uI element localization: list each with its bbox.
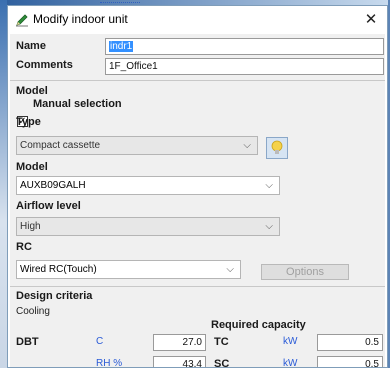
tc-input[interactable]: 0.5 bbox=[317, 334, 383, 351]
dialog-title: Modify indoor unit bbox=[33, 12, 128, 26]
chevron-down-icon: ⌵ bbox=[226, 264, 234, 275]
close-button[interactable]: ✕ bbox=[360, 9, 382, 31]
type-select[interactable]: Compact cassette ⌵ bbox=[16, 136, 258, 155]
model-label: Model bbox=[16, 161, 48, 173]
background-window-strip bbox=[0, 0, 7, 368]
manual-selection-label[interactable]: Manual selection bbox=[33, 98, 122, 110]
lightbulb-button[interactable] bbox=[266, 137, 288, 159]
background-tab-underline bbox=[100, 0, 140, 3]
lightbulb-icon bbox=[271, 140, 283, 154]
dialog-titlebar[interactable]: Modify indoor unit ✕ bbox=[8, 6, 387, 34]
name-label: Name bbox=[16, 40, 46, 52]
chevron-down-icon: ⌵ bbox=[243, 140, 251, 151]
dbt-label: DBT bbox=[16, 336, 39, 348]
model-select-value: AUXB09GALH bbox=[20, 180, 86, 191]
airflow-level-label: Airflow level bbox=[16, 200, 81, 212]
tc-label: TC bbox=[214, 336, 229, 348]
dialog-body: Name indr1 Comments 1F_Office1 Model ✓ M… bbox=[10, 34, 385, 367]
rc-label: RC bbox=[16, 241, 32, 253]
modify-indoor-unit-dialog: Modify indoor unit ✕ Name indr1 Comments… bbox=[7, 5, 388, 368]
model-select[interactable]: AUXB09GALH ⌵ bbox=[16, 176, 280, 195]
required-capacity-label: Required capacity bbox=[211, 319, 306, 331]
dbt-input[interactable]: 27.0 bbox=[153, 334, 206, 351]
chevron-down-icon: ⌵ bbox=[265, 221, 273, 232]
comments-input[interactable]: 1F_Office1 bbox=[105, 58, 384, 75]
rc-select[interactable]: Wired RC(Touch) ⌵ bbox=[16, 260, 241, 279]
airflow-level-value: High bbox=[20, 221, 41, 232]
name-input[interactable]: indr1 bbox=[105, 38, 384, 55]
type-select-value: Compact cassette bbox=[20, 140, 101, 151]
dbt-unit: C bbox=[96, 336, 104, 347]
name-input-value: indr1 bbox=[109, 41, 134, 52]
sc-label: SC bbox=[214, 358, 230, 368]
cooling-mode-label: Cooling bbox=[16, 306, 50, 317]
pencil-icon bbox=[14, 12, 30, 28]
section-divider bbox=[10, 80, 385, 81]
comments-label: Comments bbox=[16, 59, 73, 71]
model-section-label: Model bbox=[16, 85, 48, 97]
design-criteria-label: Design criteria bbox=[16, 290, 93, 302]
rh-input[interactable]: 43.4 bbox=[153, 356, 206, 367]
sc-input[interactable]: 0.5 bbox=[317, 356, 383, 367]
airflow-level-select[interactable]: High ⌵ bbox=[16, 217, 280, 236]
rh-unit: RH % bbox=[96, 358, 123, 368]
sc-unit: kW bbox=[283, 358, 298, 368]
options-button[interactable]: Options bbox=[261, 264, 349, 280]
section-divider bbox=[10, 286, 385, 287]
type-label: Type bbox=[16, 116, 41, 128]
chevron-down-icon: ⌵ bbox=[265, 180, 273, 191]
tc-unit: kW bbox=[283, 336, 298, 347]
rc-select-value: Wired RC(Touch) bbox=[20, 264, 97, 275]
